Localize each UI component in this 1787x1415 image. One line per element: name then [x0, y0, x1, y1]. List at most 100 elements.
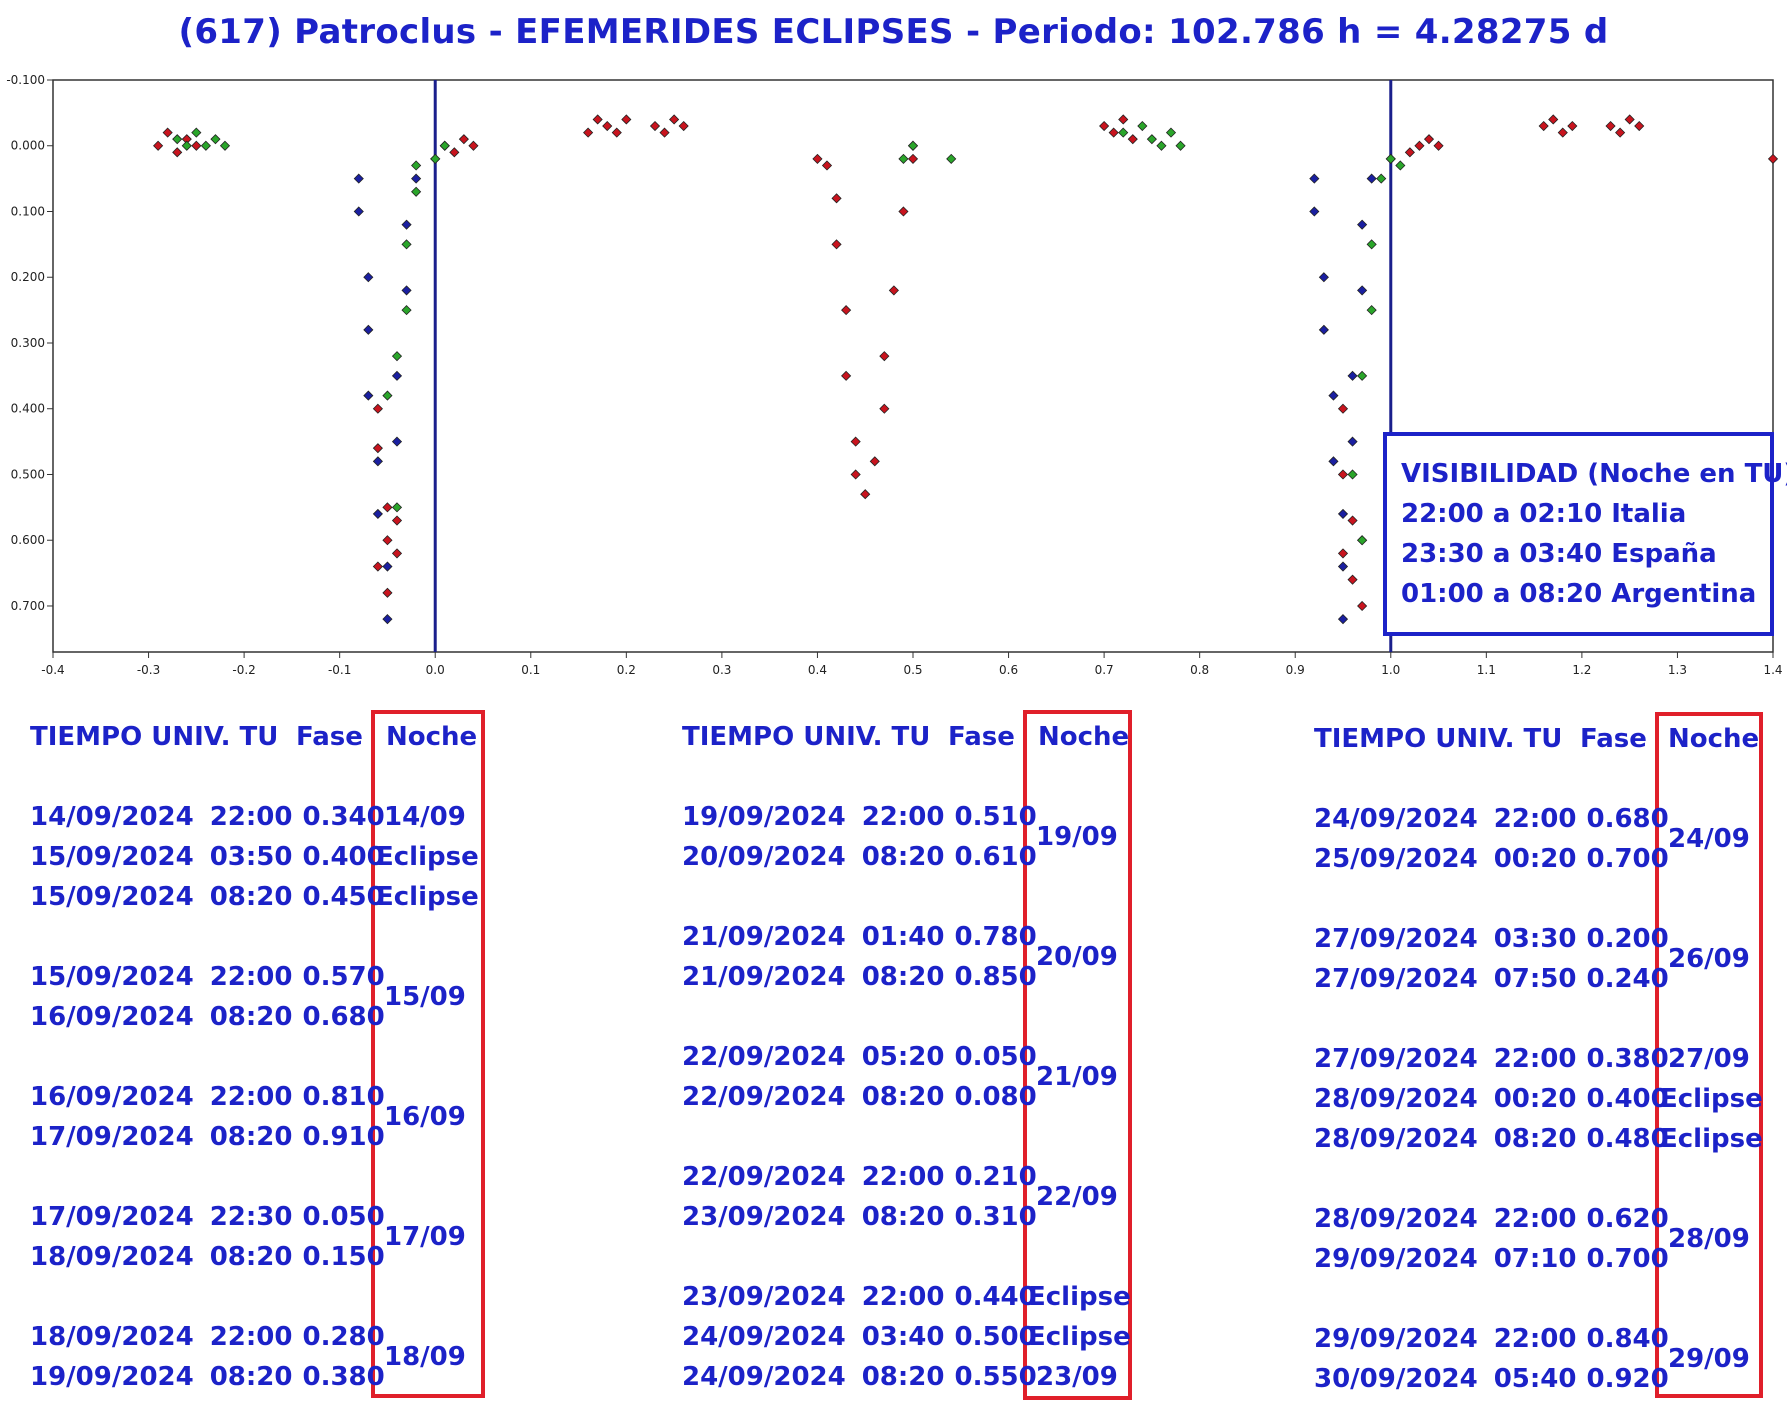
- table-row: 24/09/2024 08:20 0.550: [682, 1362, 1037, 1392]
- table-row: 15/09/2024 22:00 0.570: [30, 962, 385, 992]
- row-date: 23/09/2024: [682, 1202, 846, 1232]
- row-time: 08:20: [209, 1242, 293, 1272]
- row-phase: 0.280: [302, 1322, 385, 1352]
- row-time: 22:00: [1493, 1324, 1577, 1354]
- row-time: 22:00: [861, 802, 945, 832]
- table-row: 16/09/2024 08:20 0.680: [30, 1002, 385, 1032]
- row-phase: 0.210: [954, 1162, 1037, 1192]
- x-tick-label: 0.1: [521, 663, 540, 677]
- row-date: 22/09/2024: [682, 1082, 846, 1112]
- row-phase: 0.400: [302, 842, 385, 872]
- table-row: 28/09/2024 00:20 0.400: [1314, 1084, 1669, 1114]
- x-tick-label: -0.1: [328, 663, 351, 677]
- row-date: 15/09/2024: [30, 842, 194, 872]
- visibility-line-italia: 22:00 a 02:10 Italia: [1401, 499, 1687, 529]
- night-label: 24/09: [1668, 824, 1750, 854]
- table-row: 28/09/2024 22:00 0.620: [1314, 1204, 1669, 1234]
- table-row: 27/09/2024 22:00 0.380: [1314, 1044, 1669, 1074]
- table-row: 24/09/2024 03:40 0.500: [682, 1322, 1037, 1352]
- row-date: 18/09/2024: [30, 1242, 194, 1272]
- row-phase: 0.240: [1586, 964, 1669, 994]
- row-date: 29/09/2024: [1314, 1324, 1478, 1354]
- page-title: (617) Patroclus - EFEMERIDES ECLIPSES - …: [178, 12, 1609, 52]
- row-phase: 0.400: [1586, 1084, 1669, 1114]
- x-tick-label: -0.3: [137, 663, 160, 677]
- table-row: 22/09/2024 05:20 0.050: [682, 1042, 1037, 1072]
- row-phase: 0.780: [954, 922, 1037, 952]
- row-phase: 0.700: [1586, 1244, 1669, 1274]
- row-time: 03:50: [209, 842, 293, 872]
- night-label: 19/09: [1036, 822, 1118, 852]
- row-time: 00:20: [1493, 844, 1577, 874]
- header-time: TIEMPO UNIV. TU: [30, 722, 279, 752]
- table-row: 23/09/2024 08:20 0.310: [682, 1202, 1037, 1232]
- night-label: Eclipse: [1028, 1282, 1131, 1312]
- y-tick-label: 0.200: [11, 270, 45, 284]
- row-date: 15/09/2024: [30, 962, 194, 992]
- row-phase: 0.620: [1586, 1204, 1669, 1234]
- row-date: 16/09/2024: [30, 1082, 194, 1112]
- row-phase: 0.680: [302, 1002, 385, 1032]
- y-tick-label: -0.100: [6, 73, 45, 87]
- row-date: 24/09/2024: [682, 1322, 846, 1352]
- table-row: 24/09/2024 22:00 0.680: [1314, 804, 1669, 834]
- row-time: 03:30: [1493, 924, 1577, 954]
- row-phase: 0.480: [1586, 1124, 1669, 1154]
- row-time: 22:00: [1493, 1044, 1577, 1074]
- header-time: TIEMPO UNIV. TU: [682, 722, 931, 752]
- table-row: 23/09/2024 22:00 0.440: [682, 1282, 1037, 1312]
- row-phase: 0.050: [954, 1042, 1037, 1072]
- x-tick-label: 0.5: [903, 663, 922, 677]
- y-tick-label: 0.100: [11, 204, 45, 218]
- row-time: 22:00: [209, 962, 293, 992]
- table-row: 19/09/2024 08:20 0.380: [30, 1362, 385, 1392]
- table-row: 30/09/2024 05:40 0.920: [1314, 1364, 1669, 1394]
- row-phase: 0.570: [302, 962, 385, 992]
- row-time: 22:30: [209, 1202, 293, 1232]
- row-phase: 0.440: [954, 1282, 1037, 1312]
- table-row: 17/09/2024 22:30 0.050: [30, 1202, 385, 1232]
- row-time: 08:20: [209, 1122, 293, 1152]
- row-date: 21/09/2024: [682, 962, 846, 992]
- row-phase: 0.550: [954, 1362, 1037, 1392]
- row-date: 29/09/2024: [1314, 1244, 1478, 1274]
- x-tick-label: 0.9: [1286, 663, 1305, 677]
- row-time: 01:40: [861, 922, 945, 952]
- row-phase: 0.080: [954, 1082, 1037, 1112]
- row-phase: 0.050: [302, 1202, 385, 1232]
- row-phase: 0.680: [1586, 804, 1669, 834]
- table-row: 27/09/2024 07:50 0.240: [1314, 964, 1669, 994]
- row-time: 05:40: [1493, 1364, 1577, 1394]
- y-tick-label: 0.700: [11, 599, 45, 613]
- row-phase: 0.920: [1586, 1364, 1669, 1394]
- table-row: 28/09/2024 08:20 0.480: [1314, 1124, 1669, 1154]
- row-phase: 0.510: [954, 802, 1037, 832]
- visibility-line-espana: 23:30 a 03:40 España: [1401, 539, 1717, 569]
- table-row: 15/09/2024 08:20 0.450: [30, 882, 385, 912]
- night-label: 27/09: [1668, 1044, 1750, 1074]
- row-time: 22:00: [1493, 1204, 1577, 1234]
- night-label: 26/09: [1668, 944, 1750, 974]
- row-date: 27/09/2024: [1314, 1044, 1478, 1074]
- night-label: 29/09: [1668, 1344, 1750, 1374]
- x-tick-label: 1.4: [1763, 663, 1782, 677]
- night-label: 15/09: [384, 982, 466, 1012]
- row-date: 19/09/2024: [30, 1362, 194, 1392]
- row-date: 28/09/2024: [1314, 1124, 1478, 1154]
- x-tick-label: 1.0: [1381, 663, 1400, 677]
- row-time: 08:20: [1493, 1124, 1577, 1154]
- row-time: 22:00: [861, 1162, 945, 1192]
- x-tick-label: 0.7: [1095, 663, 1114, 677]
- row-phase: 0.310: [954, 1202, 1037, 1232]
- row-phase: 0.340: [302, 802, 385, 832]
- night-label: 14/09: [384, 802, 466, 832]
- visibility-heading: VISIBILIDAD (Noche en TU): [1401, 459, 1787, 489]
- row-date: 19/09/2024: [682, 802, 846, 832]
- row-date: 24/09/2024: [1314, 804, 1478, 834]
- y-tick-label: 0.500: [11, 467, 45, 481]
- table-row: 21/09/2024 01:40 0.780: [682, 922, 1037, 952]
- row-time: 07:50: [1493, 964, 1577, 994]
- row-time: 03:40: [861, 1322, 945, 1352]
- row-date: 27/09/2024: [1314, 964, 1478, 994]
- night-label: Eclipse: [1660, 1124, 1763, 1154]
